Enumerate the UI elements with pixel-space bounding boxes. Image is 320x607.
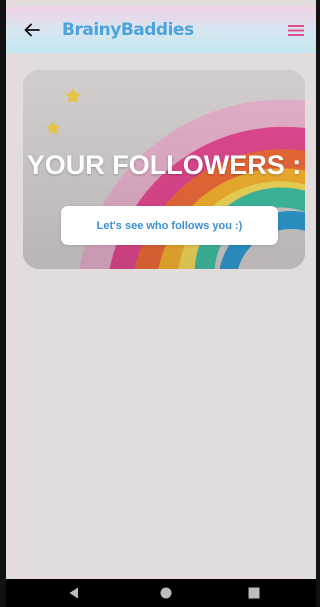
back-button[interactable] <box>12 7 52 53</box>
card-title: YOUR FOLLOWERS : <box>26 150 302 180</box>
triangle-back-icon[interactable] <box>67 586 81 600</box>
hamburger-menu-icon <box>288 24 304 36</box>
see-followers-button[interactable]: Let's see who follows you :) <box>61 206 278 245</box>
app-title: BrainyBaddies <box>62 20 194 40</box>
menu-button[interactable] <box>284 18 308 42</box>
circle-home-icon[interactable] <box>159 586 173 600</box>
arrow-left-icon <box>24 23 40 37</box>
system-nav-bar <box>6 579 316 607</box>
app-bar: BrainyBaddies <box>6 7 316 53</box>
screen: BrainyBaddies YOUR FOLLOWERS: Let's see… <box>0 0 320 607</box>
followers-card: YOUR FOLLOWERS : Let's see who follows y… <box>23 70 305 269</box>
square-recents-icon[interactable] <box>247 586 261 600</box>
